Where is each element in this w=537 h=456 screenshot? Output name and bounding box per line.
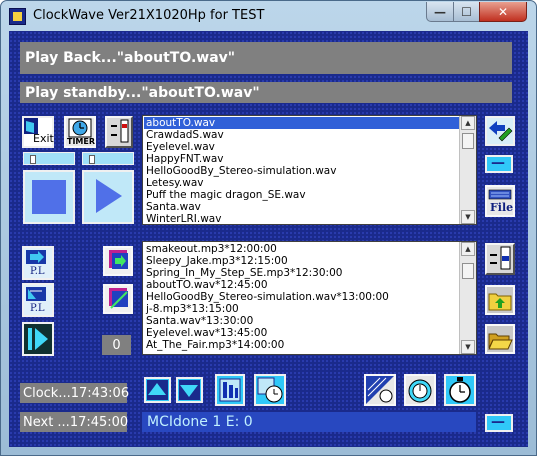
wav-file-list[interactable]: aboutTO.wav CrawdadS.wav Eyelevel.wav Happy… [142, 115, 477, 225]
list-item[interactable]: aboutTO.wav*12:45:00 [144, 279, 459, 291]
list-slider-icon [490, 246, 511, 270]
title-bar[interactable]: ClockWave Ver21X1020Hp for TEST — ☐ ✕ [1, 1, 536, 31]
list-item[interactable]: Eyelevel.wav [144, 141, 459, 153]
list-item[interactable]: Santa.wav [144, 201, 459, 213]
current-clock-display: Clock...17:43:06 [20, 383, 129, 403]
list-item[interactable]: CrawdadS.wav [144, 129, 459, 141]
list-item[interactable]: aboutTO.wav [144, 117, 459, 129]
down-arrow-icon [179, 380, 200, 400]
skip-play-button[interactable] [22, 322, 54, 356]
open-folder-button[interactable] [485, 324, 515, 354]
minus-icon: — [491, 414, 505, 430]
timer-button[interactable]: TIMER [64, 116, 96, 148]
client-area: Play Back..."aboutTO.wav" Play standby..… [9, 31, 528, 447]
play-button[interactable] [82, 170, 134, 224]
stopwatch-button[interactable] [444, 374, 476, 406]
list-item[interactable]: Santa.wav*13:30:00 [144, 315, 459, 327]
up-arrow-icon [147, 380, 168, 400]
add-to-list-icon [109, 250, 128, 269]
alarm-clock-button[interactable] [404, 374, 436, 406]
stop-button[interactable] [23, 170, 75, 224]
list-item[interactable]: At_The_Fair.mp3*14:00:00 [144, 339, 459, 351]
delete-from-list-icon [109, 288, 128, 309]
list-settings-button[interactable] [485, 243, 515, 275]
move-up-button[interactable] [144, 377, 171, 403]
remove-wav-button[interactable]: — [485, 155, 513, 173]
list-item[interactable]: HelloGoodBy_Stereo-simulation.wav*13:00:… [144, 291, 459, 303]
list-item[interactable]: WinterLRI.wav [144, 213, 459, 223]
back-arrow-icon [489, 121, 513, 142]
sort-list-button[interactable] [215, 374, 245, 406]
exit-label: Exit [33, 132, 54, 145]
file-button[interactable]: File [485, 185, 515, 217]
folder-open-icon [488, 333, 513, 350]
stopwatch-icon [449, 377, 471, 403]
minus-icon: — [491, 155, 505, 171]
app-icon [9, 8, 26, 25]
list-item[interactable]: Sleepy_Jake.mp3*12:15:00 [144, 255, 459, 267]
schedule-list[interactable]: smakeout.mp3*12:00:00 Sleepy_Jake.mp3*12:… [142, 241, 477, 355]
window-title: ClockWave Ver21X1020Hp for TEST [33, 8, 265, 23]
scroll-up-arrow[interactable]: ▲ [461, 116, 475, 130]
pl-label-2: P.L [30, 303, 45, 314]
slider-thumb[interactable] [89, 155, 95, 164]
add-schedule-button[interactable] [103, 246, 133, 276]
standby-status: Play standby..."aboutTO.wav" [20, 82, 512, 103]
keyboard-icon [488, 189, 512, 200]
list-item[interactable]: Eyelevel.wav*13:45:00 [144, 327, 459, 339]
delete-schedule-button[interactable] [103, 284, 133, 314]
move-down-button[interactable] [176, 377, 203, 403]
scroll-down-arrow[interactable]: ▼ [461, 340, 475, 354]
settings-button[interactable] [105, 116, 133, 148]
playlist-load-button[interactable]: P.L [22, 246, 54, 280]
main-window: ClockWave Ver21X1020Hp for TEST — ☐ ✕ Pl… [0, 0, 537, 456]
scroll-thumb[interactable] [462, 133, 474, 149]
minimize-panel-button[interactable]: — [485, 414, 513, 432]
schedule-clock-icon [257, 377, 283, 403]
list-item[interactable]: Spring_In_My_Step_SE.mp3*12:30:00 [144, 267, 459, 279]
list-item[interactable]: HelloGoodBy_Stereo-simulation.wav [144, 165, 459, 177]
schedule-time-button[interactable] [254, 374, 286, 406]
volume-slider-right[interactable] [82, 152, 134, 165]
scroll-thumb[interactable] [462, 263, 474, 279]
clock-settings-icon [366, 376, 394, 404]
folder-up-icon [488, 293, 512, 311]
skip-forward-icon [24, 324, 52, 354]
open-folder-up-button[interactable] [485, 285, 515, 315]
alarm-clock-icon [408, 379, 432, 403]
list-item[interactable]: j-8.mp3*13:15:00 [144, 303, 459, 315]
playlist-save-button[interactable]: P.L [22, 283, 54, 317]
slider-thumb[interactable] [30, 155, 36, 164]
volume-slider-left[interactable] [23, 152, 75, 165]
wav-list-scrollbar[interactable]: ▲ ▼ [459, 116, 476, 224]
maximize-button[interactable]: ☐ [453, 2, 480, 22]
schedule-list-scrollbar[interactable]: ▲ ▼ [459, 242, 476, 354]
playback-status: Play Back..."aboutTO.wav" [20, 42, 512, 74]
playlist-load-icon [26, 250, 46, 264]
list-item[interactable]: Letesy.wav [144, 177, 459, 189]
scroll-up-arrow[interactable]: ▲ [461, 242, 475, 256]
list-item[interactable]: HappyFNT.wav [144, 153, 459, 165]
next-time-display: Next ...17:45:00 [20, 412, 128, 432]
scroll-down-arrow[interactable]: ▼ [461, 210, 475, 224]
minimize-button[interactable]: — [426, 2, 454, 22]
back-edit-button[interactable] [485, 116, 515, 146]
list-item[interactable]: Puff the magic dragon_SE.wav [144, 189, 459, 201]
playlist-save-icon [26, 287, 46, 301]
counter-display: 0 [102, 335, 131, 355]
sort-bars-icon [219, 378, 241, 402]
schedule-list-items: smakeout.mp3*12:00:00 Sleepy_Jake.mp3*12:… [144, 243, 459, 353]
mci-status-display: MCIdone 1 E: 0 [142, 412, 476, 432]
wav-list-items: aboutTO.wav CrawdadS.wav Eyelevel.wav Happy… [144, 117, 459, 223]
timer-label: TIMER [67, 137, 96, 146]
play-icon [96, 179, 122, 213]
settings-slider-icon [111, 119, 129, 143]
clock-settings-button[interactable] [364, 374, 396, 406]
stop-icon [32, 180, 66, 214]
exit-button[interactable]: Exit [22, 116, 54, 148]
close-button[interactable]: ✕ [479, 2, 527, 22]
list-item[interactable]: smakeout.mp3*12:00:00 [144, 243, 459, 255]
pl-label-1: P.L [30, 266, 45, 277]
file-label: File [490, 201, 514, 214]
